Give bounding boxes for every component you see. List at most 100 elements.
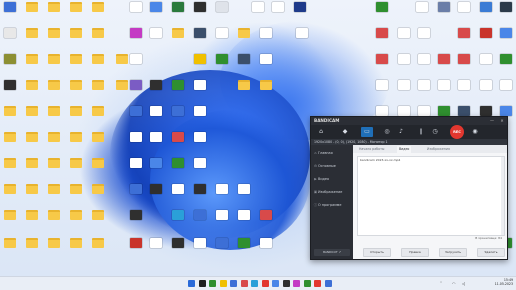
desktop-shortcut-icon[interactable]: [190, 54, 210, 76]
timer-icon[interactable]: ◷: [429, 127, 441, 137]
desktop-shortcut-icon[interactable]: [126, 54, 146, 76]
desktop-shortcut-icon[interactable]: [454, 28, 474, 50]
minimize-button[interactable]: —: [487, 117, 497, 125]
close-button[interactable]: ✕: [497, 117, 507, 125]
desktop-shortcut-icon[interactable]: [190, 28, 210, 50]
desktop-shortcut-icon[interactable]: [168, 80, 188, 102]
desktop-folder-icon[interactable]: [44, 54, 64, 76]
file-row[interactable]: bandicam 2023-xx-xx.mp4: [358, 157, 504, 163]
desktop-shortcut-icon[interactable]: [126, 2, 146, 24]
desktop-shortcut-icon[interactable]: [190, 210, 210, 232]
desktop-shortcut-icon[interactable]: [212, 2, 232, 24]
taskbar-app-icon[interactable]: [303, 280, 311, 287]
desktop-shortcut-icon[interactable]: [0, 80, 20, 102]
home-icon[interactable]: ⌂: [315, 127, 327, 137]
desktop-shortcut-icon[interactable]: [256, 54, 276, 76]
desktop-folder-icon[interactable]: [88, 106, 108, 128]
output-tab[interactable]: Видео: [397, 146, 412, 153]
title-bar[interactable]: BANDICAM — ✕: [311, 117, 507, 125]
desktop-shortcut-icon[interactable]: [372, 54, 392, 76]
desktop-folder-icon[interactable]: [44, 210, 64, 232]
taskbar-app-icon[interactable]: [198, 280, 206, 287]
desktop-folder-icon[interactable]: [44, 80, 64, 102]
desktop-shortcut-icon[interactable]: [234, 184, 254, 206]
desktop-shortcut-icon[interactable]: [146, 132, 166, 154]
volume-icon[interactable]: ◁: [462, 281, 465, 286]
desktop-shortcut-icon[interactable]: [268, 2, 288, 24]
desktop-shortcut-icon[interactable]: [190, 158, 210, 180]
desktop-shortcut-icon[interactable]: [146, 80, 166, 102]
desktop-shortcut-icon[interactable]: [234, 54, 254, 76]
desktop-folder-icon[interactable]: [88, 184, 108, 206]
desktop-folder-icon[interactable]: [66, 28, 86, 50]
desktop-shortcut-icon[interactable]: [126, 106, 146, 128]
desktop-shortcut-icon[interactable]: [256, 210, 276, 232]
taskbar-app-icon[interactable]: [272, 280, 279, 287]
desktop-folder-icon[interactable]: [44, 238, 64, 260]
desktop-shortcut-icon[interactable]: [496, 80, 516, 102]
taskbar-app-icon[interactable]: [209, 280, 216, 287]
desktop-shortcut-icon[interactable]: [434, 80, 454, 102]
desktop-folder-icon[interactable]: [22, 238, 42, 260]
desktop-shortcut-icon[interactable]: [126, 132, 146, 154]
desktop-shortcut-icon[interactable]: [190, 238, 210, 260]
desktop-shortcut-icon[interactable]: [256, 28, 276, 50]
desktop-shortcut-icon[interactable]: [190, 106, 210, 128]
desktop-shortcut-icon[interactable]: [476, 28, 496, 50]
desktop-shortcut-icon[interactable]: [414, 28, 434, 50]
desktop-shortcut-icon[interactable]: [146, 184, 166, 206]
desktop-shortcut-icon[interactable]: [146, 28, 166, 50]
desktop-shortcut-icon[interactable]: [454, 54, 474, 76]
bandicam-window[interactable]: BANDICAM — ✕ ⌂ ◆ ▭ ◎ ♪ ∥ ◷ REC ◉ 1920x10…: [310, 116, 508, 260]
desktop-shortcut-icon[interactable]: [0, 2, 20, 24]
desktop-shortcut-icon[interactable]: [394, 28, 414, 50]
desktop-shortcut-icon[interactable]: [168, 184, 188, 206]
desktop-shortcut-icon[interactable]: [394, 80, 414, 102]
desktop-shortcut-icon[interactable]: [212, 54, 232, 76]
desktop-folder-icon[interactable]: [66, 106, 86, 128]
desktop-shortcut-icon[interactable]: [372, 2, 392, 24]
desktop-shortcut-icon[interactable]: [190, 184, 210, 206]
desktop-folder-icon[interactable]: [66, 2, 86, 24]
taskbar-app-icon[interactable]: [261, 280, 269, 287]
start-icon[interactable]: [188, 280, 195, 287]
desktop-shortcut-icon[interactable]: [234, 238, 254, 260]
desktop-shortcut-icon[interactable]: [168, 132, 188, 154]
desktop-shortcut-icon[interactable]: [146, 238, 166, 260]
desktop-folder-icon[interactable]: [66, 158, 86, 180]
desktop-shortcut-icon[interactable]: [476, 2, 496, 24]
desktop-shortcut-icon[interactable]: [394, 54, 414, 76]
desktop-folder-icon[interactable]: [0, 106, 20, 128]
file-action-button[interactable]: Открыть: [363, 248, 391, 257]
sidebar-item[interactable]: ⓘО программе: [313, 201, 351, 209]
desktop-shortcut-icon[interactable]: [292, 28, 312, 50]
desktop-shortcut-icon[interactable]: [476, 80, 496, 102]
desktop-folder-icon[interactable]: [22, 158, 42, 180]
desktop-shortcut-icon[interactable]: [454, 80, 474, 102]
desktop-folder-icon[interactable]: [168, 28, 188, 50]
desktop-folder-icon[interactable]: [22, 2, 42, 24]
desktop-folder-icon[interactable]: [22, 106, 42, 128]
desktop-shortcut-icon[interactable]: [434, 2, 454, 24]
desktop-shortcut-icon[interactable]: [168, 210, 188, 232]
desktop-shortcut-icon[interactable]: [146, 158, 166, 180]
output-tab[interactable]: Изображения: [425, 146, 452, 153]
desktop-folder-icon[interactable]: [88, 132, 108, 154]
desktop-shortcut-icon[interactable]: [454, 2, 474, 24]
desktop-folder-icon[interactable]: [0, 210, 20, 232]
camera-icon[interactable]: ◎: [381, 127, 393, 137]
desktop-folder-icon[interactable]: [66, 54, 86, 76]
desktop-folder-icon[interactable]: [22, 80, 42, 102]
desktop-shortcut-icon[interactable]: [290, 2, 310, 24]
desktop-folder-icon[interactable]: [88, 2, 108, 24]
desktop-shortcut-icon[interactable]: [234, 210, 254, 232]
desktop-shortcut-icon[interactable]: [146, 2, 166, 24]
taskbar-app-icon[interactable]: [282, 280, 290, 287]
desktop-folder-icon[interactable]: [88, 238, 108, 260]
desktop-shortcut-icon[interactable]: [212, 238, 232, 260]
desktop-folder-icon[interactable]: [88, 80, 108, 102]
desktop-folder-icon[interactable]: [88, 158, 108, 180]
desktop-folder-icon[interactable]: [66, 238, 86, 260]
output-tab[interactable]: Начало работы: [357, 146, 386, 153]
desktop-shortcut-icon[interactable]: [190, 2, 210, 24]
